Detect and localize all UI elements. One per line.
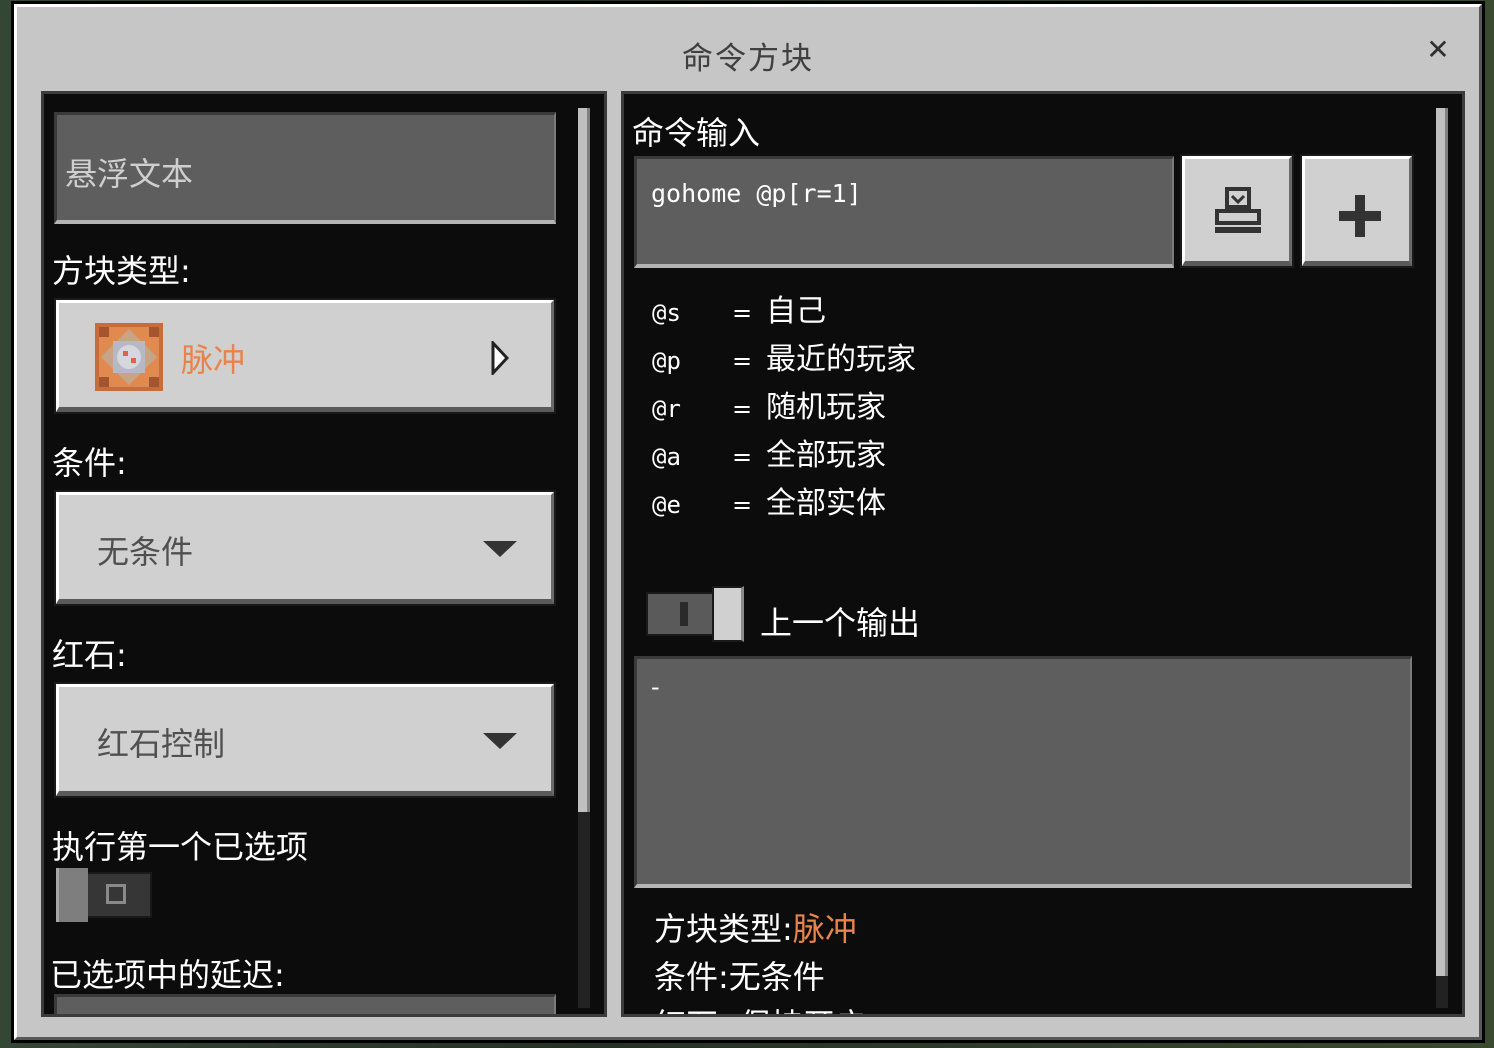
dropdown-arrow-icon bbox=[483, 733, 517, 749]
previous-output-value: - bbox=[651, 673, 660, 701]
command-input[interactable]: gohome @p[r=1] bbox=[634, 156, 1174, 268]
selector-row-a: @a = 全部玩家 bbox=[652, 438, 886, 473]
toggle-icon bbox=[106, 884, 126, 904]
selector-row-e: @e = 全部实体 bbox=[652, 486, 886, 521]
condition-dropdown[interactable]: 无条件 bbox=[54, 490, 556, 606]
previous-output-field: - bbox=[634, 656, 1412, 888]
toggle-track bbox=[84, 872, 152, 918]
block-type-label: 方块类型: bbox=[52, 252, 191, 290]
summary-redstone: 红石: 保持开启 bbox=[654, 1000, 867, 1014]
execute-first-toggle[interactable] bbox=[56, 868, 154, 922]
delay-input[interactable] bbox=[54, 994, 556, 1014]
condition-label: 条件: bbox=[52, 444, 127, 482]
add-button[interactable] bbox=[1300, 154, 1414, 268]
command-input-label: 命令输入 bbox=[632, 114, 761, 152]
left-scrollbar-thumb[interactable] bbox=[578, 108, 590, 812]
toggle-knob bbox=[56, 868, 88, 922]
right-scrollbar-thumb[interactable] bbox=[1436, 108, 1448, 976]
hover-text-placeholder: 悬浮文本 bbox=[65, 155, 194, 193]
selector-row-p: @p = 最近的玩家 bbox=[652, 342, 916, 377]
hover-text-input[interactable]: 悬浮文本 bbox=[54, 112, 556, 224]
selector-row-s: @s = 自己 bbox=[652, 294, 826, 329]
previous-output-label: 上一个输出 bbox=[760, 604, 921, 642]
summary-block-type: 方块类型:脉冲 bbox=[654, 910, 857, 948]
toggle-track bbox=[646, 592, 714, 636]
stamp-icon bbox=[1213, 185, 1263, 241]
redstone-dropdown[interactable]: 红石控制 bbox=[54, 682, 556, 798]
redstone-label: 红石: bbox=[52, 636, 127, 674]
execute-first-label: 执行第一个已选项 bbox=[52, 828, 309, 866]
window-title: 命令方块 bbox=[682, 41, 814, 77]
command-panel: 命令输入 gohome @p[r=1] @s = 自己 @p = 最近的玩家 @… bbox=[621, 91, 1465, 1017]
previous-output-toggle[interactable] bbox=[646, 586, 746, 642]
selector-row-r: @r = 随机玩家 bbox=[652, 390, 886, 425]
toggle-knob bbox=[712, 586, 744, 642]
delay-label: 已选项中的延迟: bbox=[50, 956, 285, 994]
close-icon[interactable]: ✕ bbox=[1421, 33, 1455, 67]
block-type-value: 脉冲 bbox=[181, 341, 246, 379]
command-input-value: gohome @p[r=1] bbox=[651, 179, 862, 208]
chevron-right-icon bbox=[491, 339, 511, 379]
block-type-button[interactable]: 脉冲 bbox=[54, 298, 556, 414]
stamp-button[interactable] bbox=[1180, 154, 1294, 268]
redstone-value: 红石控制 bbox=[97, 725, 226, 763]
settings-panel: 悬浮文本 方块类型: 脉冲 条件: 无条件 红石: 红石控制 执行第一个已选项 … bbox=[41, 91, 607, 1017]
condition-value: 无条件 bbox=[97, 533, 194, 571]
dropdown-arrow-icon bbox=[483, 541, 517, 557]
toggle-icon bbox=[680, 602, 688, 626]
impulse-command-block-icon bbox=[95, 323, 163, 391]
plus-icon bbox=[1337, 193, 1383, 243]
summary-condition: 条件:无条件 bbox=[654, 958, 825, 996]
command-block-window: 命令方块 ✕ 悬浮文本 方块类型: 脉冲 条件: 无条件 红石: 红石控制 执行… bbox=[11, 1, 1485, 1043]
